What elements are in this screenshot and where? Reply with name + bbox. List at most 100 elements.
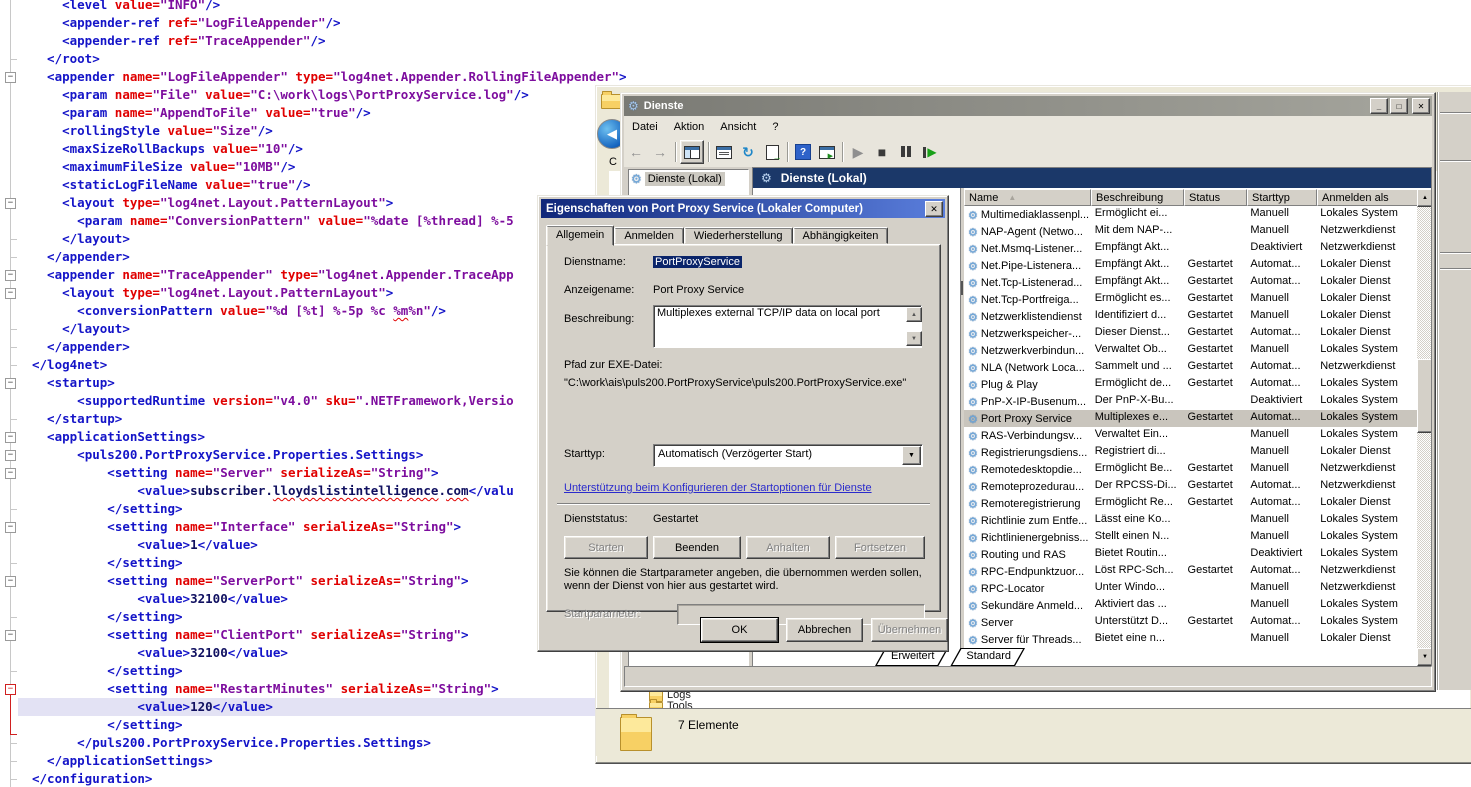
dialog-tab-anmelden[interactable]: Anmelden — [614, 227, 684, 244]
dialog-close-button[interactable]: ✕ — [925, 201, 943, 217]
menu-item-datei[interactable]: Datei — [624, 119, 666, 135]
dialog-tab-allgemein[interactable]: Allgemein — [546, 225, 614, 246]
scroll-down-icon[interactable]: ▼ — [906, 331, 922, 346]
service-row[interactable]: ⚙ServerUnterstützt D...GestartetAutomat.… — [964, 614, 1417, 631]
fold-toggle-icon[interactable]: − — [5, 522, 16, 533]
column-header-status[interactable]: Status — [1184, 189, 1247, 206]
service-row[interactable]: ⚙Routing und RASBietet Routin...Deaktivi… — [964, 546, 1417, 563]
fold-toggle-icon[interactable]: − — [5, 72, 16, 83]
menu-item-[interactable]: ? — [764, 119, 786, 135]
code-line: <startup> — [18, 374, 115, 392]
scroll-up-icon[interactable]: ▲ — [1417, 189, 1431, 207]
service-row[interactable]: ⚙Remotedesktopdie...Ermöglicht Be...Gest… — [964, 461, 1417, 478]
view-tab-standard[interactable]: Standard — [950, 648, 1025, 666]
properties-icon[interactable] — [713, 141, 735, 163]
service-gear-icon: ⚙ — [968, 600, 978, 613]
close-button[interactable]: ✕ — [1412, 98, 1430, 114]
code-line: </setting> — [18, 716, 183, 734]
fold-toggle-icon[interactable]: − — [5, 684, 16, 695]
start-service-icon[interactable]: ▶ — [847, 141, 869, 163]
service-gear-icon: ⚙ — [968, 277, 978, 290]
pause-service-icon[interactable] — [895, 141, 917, 163]
service-row[interactable]: ⚙PnP-X-IP-Busenum...Der PnP-X-Bu...Deakt… — [964, 393, 1417, 410]
service-row[interactable]: ⚙Richtlinie zum Entfe...Lässt eine Ko...… — [964, 512, 1417, 529]
fold-toggle-icon[interactable]: − — [5, 198, 16, 209]
refresh-icon[interactable]: ↻ — [737, 141, 759, 163]
service-row[interactable]: ⚙NAP-Agent (Netwo...Mit dem NAP-...Manue… — [964, 223, 1417, 240]
fold-toggle-icon[interactable]: − — [5, 468, 16, 479]
service-row[interactable]: ⚙Net.Msmq-Listener...Empfängt Akt...Deak… — [964, 240, 1417, 257]
service-row[interactable]: ⚙Net.Tcp-Listenerad...Empfängt Akt...Ges… — [964, 274, 1417, 291]
splitter-handle[interactable] — [961, 281, 963, 295]
dienstname-value[interactable]: PortProxyService — [653, 256, 742, 268]
column-header-starttyp[interactable]: Starttyp — [1247, 189, 1317, 206]
scroll-up-icon[interactable]: ▲ — [906, 307, 922, 322]
service-row[interactable]: ⚙Sekundäre Anmeld...Aktiviert das ...Man… — [964, 597, 1417, 614]
code-line: </applicationSettings> — [18, 752, 213, 770]
service-row[interactable]: ⚙NetzwerklistendienstIdentifiziert d...G… — [964, 308, 1417, 325]
ok-button[interactable]: OK — [701, 618, 778, 642]
menu-item-aktion[interactable]: Aktion — [666, 119, 713, 135]
beschreibung-scrollbar[interactable]: ▲ ▼ — [906, 307, 920, 346]
export-list-icon[interactable] — [761, 141, 783, 163]
scroll-down-icon[interactable]: ▼ — [1417, 648, 1431, 666]
service-row[interactable]: ⚙NLA (Network Loca...Sammelt und ...Gest… — [964, 359, 1417, 376]
service-row[interactable]: ⚙RPC-Endpunktzuor...Löst RPC-Sch...Gesta… — [964, 563, 1417, 580]
fold-toggle-icon[interactable]: − — [5, 630, 16, 641]
services-titlebar[interactable]: ⚙ Dienste _ □ ✕ — [624, 96, 1432, 116]
forward-arrow-icon[interactable]: → — [649, 141, 671, 163]
tree-item-dienste-lokal[interactable]: ⚙ Dienste (Lokal) — [631, 172, 725, 186]
fold-toggle-icon[interactable]: − — [5, 576, 16, 587]
stop-service-icon[interactable]: ■ — [871, 141, 893, 163]
help-icon[interactable]: ? — [792, 141, 814, 163]
service-row[interactable]: ⚙Multimediaklassenpl...Ermöglicht ei...M… — [964, 206, 1417, 223]
service-row[interactable]: ⚙Net.Tcp-Portfreiga...Ermöglicht es...Ge… — [964, 291, 1417, 308]
service-row[interactable]: ⚙Server für Threads...Bietet eine n...Ma… — [964, 631, 1417, 648]
service-row[interactable]: ⚙Plug & PlayErmöglicht de...GestartetAut… — [964, 376, 1417, 393]
fold-toggle-icon[interactable]: − — [5, 378, 16, 389]
service-row[interactable]: ⚙Registrierungsdiens...Registriert di...… — [964, 444, 1417, 461]
service-row[interactable]: ⚙Richtlinienergebniss...Stellt einen N..… — [964, 529, 1417, 546]
maximize-button[interactable]: □ — [1390, 98, 1408, 114]
abbrechen-button[interactable]: Abbrechen — [786, 618, 863, 642]
service-row[interactable]: ⚙Net.Pipe-Listenera...Empfängt Akt...Ges… — [964, 257, 1417, 274]
service-gear-icon: ⚙ — [968, 617, 978, 630]
column-header-beschreibung[interactable]: Beschreibung — [1091, 189, 1184, 206]
column-header-name[interactable]: Name▲ — [964, 189, 1091, 206]
services-scrollbar[interactable]: ▲ ▼ — [1417, 189, 1431, 666]
beenden-button[interactable]: Beenden — [653, 536, 741, 559]
service-gear-icon: ⚙ — [968, 328, 978, 341]
starttyp-combobox[interactable]: Automatisch (Verzögerter Start) ▼ — [653, 444, 923, 467]
fold-toggle-icon[interactable]: − — [5, 270, 16, 281]
anhalten-button: Anhalten — [746, 536, 830, 559]
service-row[interactable]: ⚙RemoteregistrierungErmöglicht Re...Gest… — [964, 495, 1417, 512]
service-row[interactable]: ⚙Netzwerkverbindun...Verwaltet Ob...Gest… — [964, 342, 1417, 359]
minimize-button[interactable]: _ — [1370, 98, 1388, 114]
dialog-tab-abhngigkeiten[interactable]: Abhängigkeiten — [793, 227, 889, 244]
code-line: </layout> — [18, 230, 130, 248]
column-header-anmeldenals[interactable]: Anmelden als — [1317, 189, 1418, 206]
taskpad-icon[interactable] — [816, 141, 838, 163]
service-row[interactable]: ⚙Port Proxy ServiceMultiplexes e...Gesta… — [964, 410, 1417, 427]
service-row[interactable]: ⚙RAS-Verbindungsv...Verwaltet Ein...Manu… — [964, 427, 1417, 444]
dialog-tab-wiederherstellung[interactable]: Wiederherstellung — [684, 227, 793, 244]
startoptions-help-link[interactable]: Unterstützung beim Konfigurieren der Sta… — [564, 482, 872, 494]
scrollbar-thumb[interactable] — [1417, 359, 1431, 433]
service-row[interactable]: ⚙Netzwerkspeicher-...Dieser Dienst...Ges… — [964, 325, 1417, 342]
code-line: </setting> — [18, 500, 183, 518]
chevron-down-icon[interactable]: ▼ — [902, 446, 921, 465]
service-row[interactable]: ⚙Remoteprozedurau...Der RPCSS-Di...Gesta… — [964, 478, 1417, 495]
menu-item-ansicht[interactable]: Ansicht — [712, 119, 764, 135]
fold-toggle-icon[interactable]: − — [5, 432, 16, 443]
fold-toggle-icon[interactable]: − — [5, 450, 16, 461]
show-tree-icon[interactable] — [680, 140, 704, 164]
dialog-titlebar[interactable]: Eigenschaften von Port Proxy Service (Lo… — [541, 199, 945, 218]
services-pane-header: ⚙ Dienste (Lokal) — [753, 168, 1431, 188]
beschreibung-textbox[interactable]: Multiplexes external TCP/IP data on loca… — [653, 305, 922, 348]
back-arrow-icon[interactable]: ← — [625, 141, 647, 163]
fold-toggle-icon[interactable]: − — [5, 288, 16, 299]
code-line: </layout> — [18, 320, 130, 338]
code-line: </puls200.PortProxyService.Properties.Se… — [18, 734, 431, 752]
service-row[interactable]: ⚙RPC-LocatorUnter Windo...ManuellNetzwer… — [964, 580, 1417, 597]
restart-service-icon[interactable]: ▶ — [919, 141, 941, 163]
